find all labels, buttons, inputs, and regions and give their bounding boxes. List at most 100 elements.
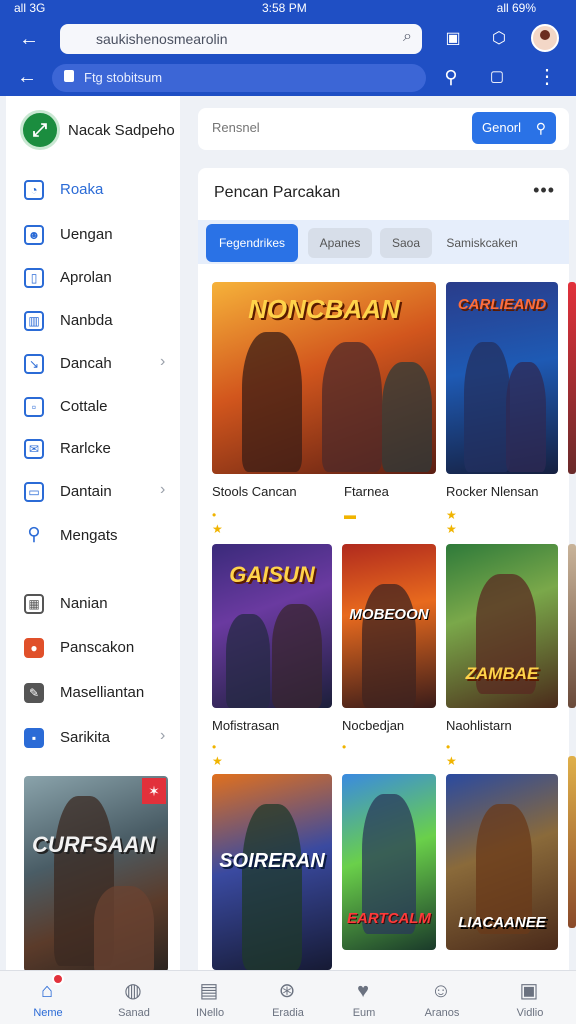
record-icon: ● [24,638,44,658]
address-bar[interactable]: Ftg stobitsum [52,64,426,92]
flag-icon: ✶ [142,778,166,804]
nav-inello[interactable]: ▤ INello [174,971,246,1024]
chart-icon: ↘ [24,354,44,374]
search-bar: Genorl ⚲ [198,108,569,150]
nav-eum[interactable]: ♥ Eum [328,971,400,1024]
game-caption: Nocbedjan [342,718,405,733]
battery-status: all 69% [496,1,536,15]
game-title: ZAMBAE [465,664,539,683]
content-panel: Pencan Parcakan ••• Fegendrikes Apanes S… [198,168,569,970]
nav-eradia[interactable]: ⊛ Eradia [252,971,324,1024]
profile-icon[interactable] [531,24,559,52]
folder-icon: ▫ [24,397,44,417]
url-text: saukishenosmearolin [96,31,228,47]
nav-home[interactable]: ⌂ Neme [12,971,84,1024]
phone-icon: ▯ [24,268,44,288]
nav-label: Aranos [424,1007,460,1019]
sidebar-item-label: Roaka [60,181,104,198]
search-input[interactable] [212,120,462,135]
back-arrow-icon[interactable]: ← [16,26,42,52]
search-button[interactable]: Genorl ⚲ [472,112,556,144]
sidebar-item-roaka[interactable]: ◔ Roaka [24,176,174,204]
search-button-label: Genorl [482,120,522,135]
sidebar-item-label: Dancah [60,355,112,372]
game-art: NONCBAAN [212,282,436,474]
nav-vidlio[interactable]: ▣ Vidlio [494,971,566,1024]
tab-fegendrikes[interactable]: Fegendrikes [206,224,298,262]
rating-stars: ★ ★ [446,508,457,536]
tab-samiskcaken[interactable]: Samiskcaken [442,228,522,258]
category-tabs: Fegendrikes Apanes Saoa Samiskcaken [198,220,569,264]
game-art: EARTCALM [342,774,436,950]
rating-stars: ▬ [344,508,356,522]
clock: 3:58 PM [262,1,307,15]
sidebar-item-dancah[interactable]: ↘ Dancah › [24,350,174,378]
grid-icon: ▦ [24,594,44,614]
sidebar-item-nanbda[interactable]: ▥ Nanbda [24,307,174,335]
next-card-edge [568,282,576,474]
brand-name: Nacak Sadpeho [68,122,175,139]
sidebar-item-maselliantan[interactable]: ✎ Maselliantan [24,679,174,707]
search-icon[interactable]: ⚲ [438,64,464,90]
chevron-right-icon: › [160,353,166,370]
sidebar-item-label: Aprolan [60,269,112,286]
rating-stars: • ★ [212,740,223,768]
person-icon: ☺ [430,980,452,1002]
sidebar-item-label: Cottale [60,398,108,415]
chevron-right-icon: › [160,727,166,744]
nav-aranos[interactable]: ☺ Aranos [406,971,478,1024]
nav-sanad[interactable]: ◍ Sanad [98,971,170,1024]
banner-title: CURFSAAN [32,832,156,857]
calendar-icon: ▥ [24,311,44,331]
address-toolbar: ← Ftg stobitsum ⚲ ▢ ⋮ [0,60,576,96]
url-bar[interactable]: saukishenosmearolin ⌕ [60,24,422,54]
game-title: LIACAANEE [458,914,546,931]
chevron-right-icon: › [160,481,166,498]
tab-icon[interactable]: ▣ [440,26,466,52]
sidebar-item-sarikita[interactable]: ▪ Sarikita › [24,724,174,752]
sidebar-item-label: Mengats [60,527,118,544]
game-title: MOBEOON [349,606,429,623]
chat-icon: ▪ [24,728,44,748]
more-icon[interactable]: ⋮ [534,64,560,90]
heart-icon: ♥ [357,980,369,1002]
game-caption: Naohlistarn [446,718,512,733]
sidebar-item-aprolan[interactable]: ▯ Aprolan [24,264,174,292]
sidebar-item-uengan[interactable]: ☻ Uengan [24,221,174,249]
sidebar-item-label: Nanbda [60,312,113,329]
search-icon: ⚲ [535,120,546,136]
tab-saoa[interactable]: Saoa [380,228,432,258]
brand[interactable]: ⤢ Nacak Sadpeho [20,110,180,150]
image-icon: ▣ [519,980,539,1002]
sidebar-item-panscakon[interactable]: ● Panscakon [24,634,174,662]
compass-icon: ⊛ [278,980,296,1002]
game-caption: Rocker Nlensan [446,484,539,499]
sidebar-item-nanian[interactable]: ▦ Nanian [24,590,174,618]
game-title: GAISUN [229,562,315,587]
nav-label: INello [195,1007,225,1019]
bottom-nav: ⌂ Neme ◍ Sanad ▤ INello ⊛ Eradia ♥ Eum ☺… [0,970,576,1024]
game-caption: Mofistrasan [212,718,280,733]
tab-apanes[interactable]: Apanes [308,228,372,258]
lock-icon [64,70,74,82]
search-icon[interactable]: ⌕ [403,28,412,46]
game-art: MOBEOON [342,544,436,708]
sidebar-item-rarlcke[interactable]: ✉ Rarlcke [24,435,174,463]
window-icon[interactable]: ▢ [484,64,510,90]
globe-icon: ◍ [124,980,142,1002]
back-arrow-icon[interactable]: ← [14,64,40,90]
browser-toolbar: ← saukishenosmearolin ⌕ ▣ ⬡ [0,18,576,60]
promo-banner[interactable]: CURFSAAN ✶ [24,776,168,972]
game-caption: Stools Cancan [212,484,297,499]
sidebar-item-label: Maselliantan [60,684,145,701]
tool-icon: ✎ [24,683,44,703]
share-icon[interactable]: ⬡ [486,26,512,52]
sidebar-item-mengats[interactable]: ⚲ Mengats [24,522,174,550]
nav-label: Eum [352,1007,376,1019]
more-options-icon[interactable]: ••• [533,180,555,201]
sidebar-item-label: Sarikita [60,729,111,746]
sidebar-item-dantain[interactable]: ▭ Dantain › [24,478,174,506]
game-title: SOIRERAN [219,850,325,872]
game-title: CARLIEAND [457,296,547,313]
sidebar-item-cottale[interactable]: ▫ Cottale [24,393,174,421]
